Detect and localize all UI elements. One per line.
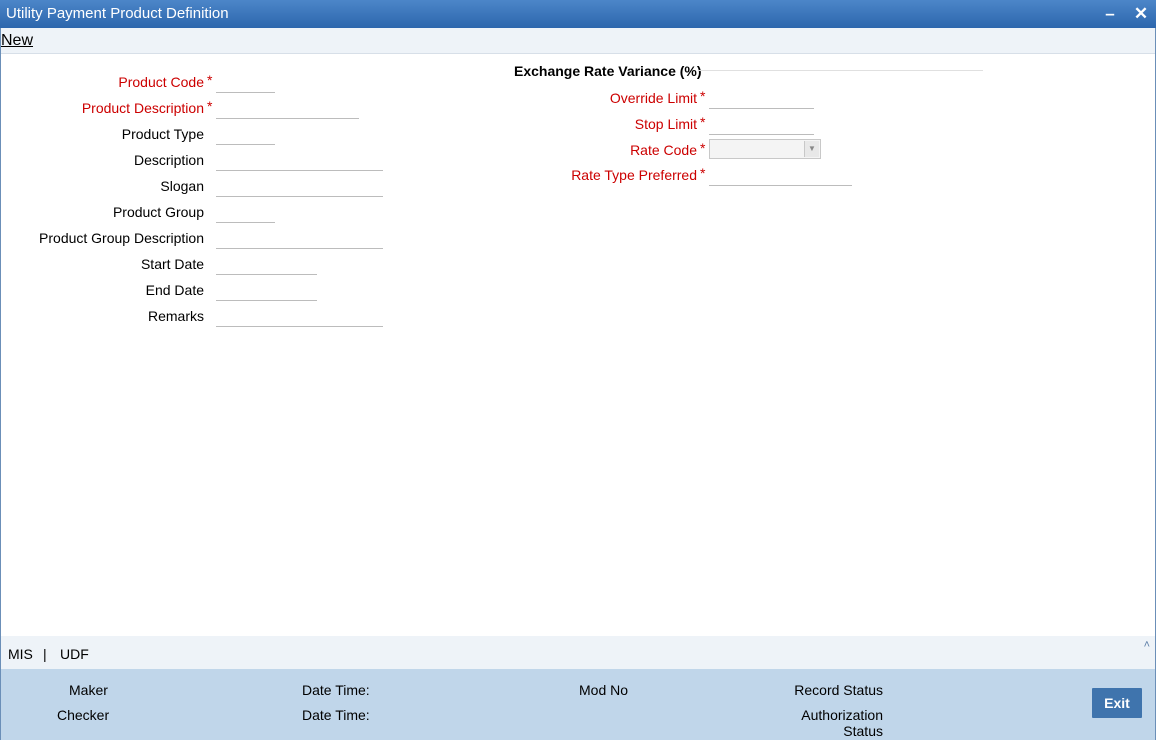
section-divider — [698, 70, 983, 71]
stop-limit-label: Stop Limit — [634, 116, 697, 132]
stop-limit-input[interactable] — [709, 116, 814, 135]
subsystem-tabs-bar: MIS | UDF ˄ — [1, 636, 1155, 669]
end-date-input[interactable] — [216, 282, 317, 301]
checker-date-time-label: Date Time: — [302, 707, 370, 723]
product-code-label: Product Code — [118, 74, 204, 90]
toolbar: New — [0, 28, 1156, 54]
rate-code-select[interactable]: ▼ — [709, 139, 821, 159]
end-date-label: End Date — [145, 282, 204, 298]
tab-mis[interactable]: MIS — [8, 646, 33, 662]
required-marker: * — [700, 140, 706, 156]
rate-type-preferred-label: Rate Type Preferred — [571, 167, 697, 183]
product-group-description-label: Product Group Description — [39, 230, 204, 246]
slogan-input[interactable] — [216, 178, 383, 197]
required-marker: * — [700, 88, 706, 104]
window-border-left — [0, 28, 1, 740]
rate-code-label: Rate Code — [630, 142, 697, 158]
window-title: Utility Payment Product Definition — [6, 5, 229, 22]
window-title-bar: Utility Payment Product Definition – ✕ — [0, 0, 1156, 28]
exchange-rate-variance-heading: Exchange Rate Variance (%) — [514, 63, 702, 79]
required-marker: * — [207, 98, 213, 114]
product-group-label: Product Group — [112, 204, 204, 220]
product-description-input[interactable] — [216, 100, 359, 119]
checker-label: Checker — [57, 707, 110, 723]
override-limit-input[interactable] — [709, 90, 814, 109]
remarks-input[interactable] — [216, 308, 383, 327]
authorization-label: Authorization — [801, 707, 883, 723]
authorization-status-label: Status — [843, 723, 883, 739]
tab-separator: | — [43, 646, 47, 662]
start-date-input[interactable] — [216, 256, 317, 275]
product-type-input[interactable] — [216, 126, 275, 145]
description-input[interactable] — [216, 152, 383, 171]
record-status-label: Record Status — [794, 682, 883, 698]
exit-button[interactable]: Exit — [1092, 688, 1142, 718]
tab-udf[interactable]: UDF — [60, 646, 89, 662]
start-date-label: Start Date — [140, 256, 204, 272]
collapse-icon[interactable]: ˄ — [1144, 639, 1150, 651]
description-label: Description — [133, 152, 204, 168]
rate-type-preferred-input[interactable] — [709, 167, 852, 186]
maker-label: Maker — [69, 682, 108, 698]
remarks-label: Remarks — [147, 308, 204, 324]
override-limit-label: Override Limit — [609, 90, 697, 106]
product-code-input[interactable] — [216, 74, 275, 93]
required-marker: * — [700, 165, 706, 181]
chevron-down-icon[interactable]: ▼ — [804, 141, 819, 157]
product-group-input[interactable] — [216, 204, 275, 223]
product-description-label: Product Description — [81, 100, 204, 116]
required-marker: * — [207, 72, 213, 88]
minimize-icon[interactable]: – — [1099, 2, 1121, 26]
product-group-description-input[interactable] — [216, 230, 383, 249]
close-icon[interactable]: ✕ — [1130, 2, 1152, 26]
audit-panel: Maker Checker Date Time: Date Time: Mod … — [1, 669, 1155, 740]
required-marker: * — [700, 114, 706, 130]
mod-no-label: Mod No — [579, 682, 629, 698]
slogan-label: Slogan — [160, 178, 204, 194]
new-link[interactable]: New — [1, 32, 33, 50]
maker-date-time-label: Date Time: — [302, 682, 370, 698]
product-type-label: Product Type — [121, 126, 204, 142]
